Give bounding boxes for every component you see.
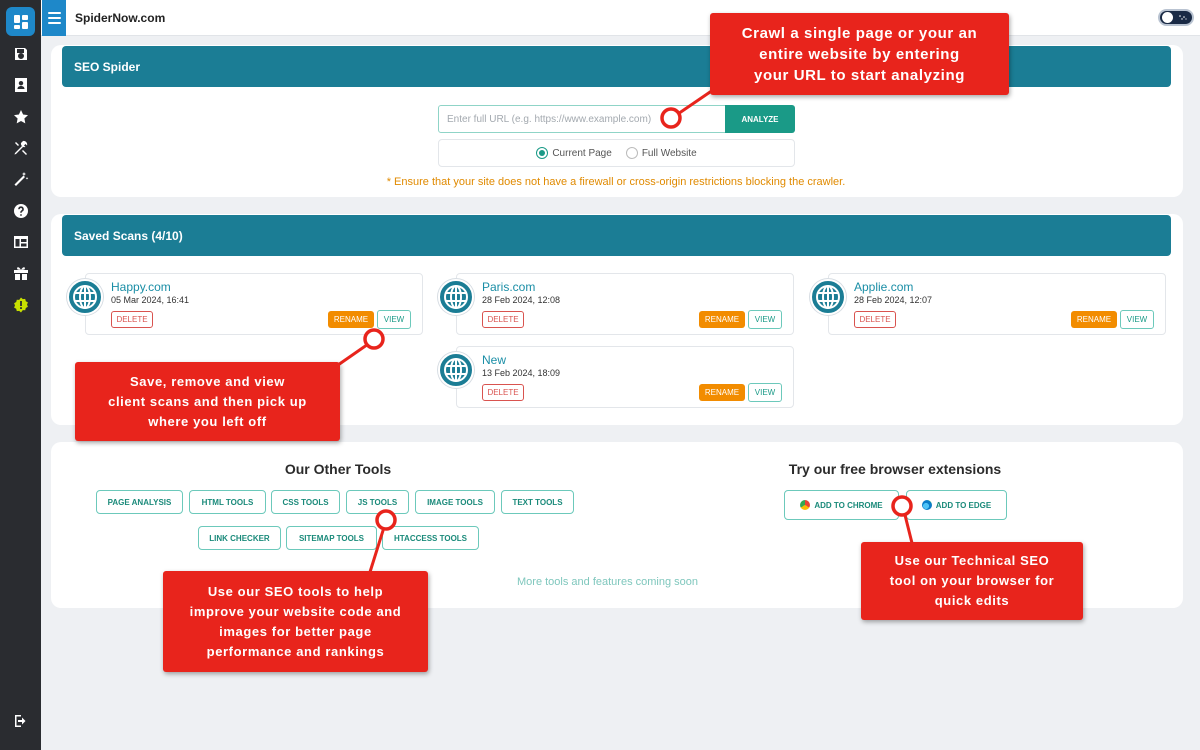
- sidebar-favorites[interactable]: [6, 102, 35, 131]
- rename-scan-button[interactable]: RENAME: [1071, 311, 1117, 328]
- alert-badge-icon: [13, 297, 28, 312]
- sidebar-help[interactable]: [6, 196, 35, 225]
- scan-name[interactable]: Happy.com: [111, 280, 171, 294]
- gift-icon: [13, 266, 28, 280]
- sidebar-dashboard[interactable]: [6, 7, 35, 36]
- radio-full-website-label: Full Website: [641, 147, 697, 159]
- globe-icon: [438, 352, 474, 388]
- extensions-title: Try our free browser extensions: [788, 461, 1002, 477]
- callout-scans: Save, remove and view client scans and t…: [75, 362, 340, 441]
- stars-icon: [1179, 15, 1187, 20]
- radio-full-website[interactable]: Full Website: [625, 147, 697, 159]
- delete-scan-button[interactable]: DELETE: [482, 311, 524, 328]
- edge-icon: [921, 500, 932, 510]
- page-analysis-button[interactable]: PAGE ANALYSIS: [96, 490, 183, 514]
- site-title: SpiderNow.com: [75, 11, 166, 25]
- view-scan-button[interactable]: VIEW: [1120, 310, 1154, 329]
- tools-icon: [14, 140, 27, 155]
- sidebar-saved[interactable]: [6, 39, 35, 68]
- dark-mode-toggle[interactable]: [1158, 9, 1194, 26]
- help-icon: [13, 203, 28, 218]
- dashboard-icon: [13, 14, 28, 29]
- callout-extension: Use our Technical SEO tool on your brows…: [861, 542, 1083, 620]
- layout-icon: [13, 235, 28, 248]
- image-tools-button[interactable]: IMAGE TOOLS: [415, 490, 495, 514]
- callout-tools: Use our SEO tools to help improve your w…: [163, 571, 428, 672]
- logout-icon: [14, 714, 25, 727]
- add-to-chrome-label: ADD TO CHROME: [814, 500, 883, 510]
- scan-date: 28 Feb 2024, 12:07: [854, 295, 933, 305]
- sidebar: [0, 0, 41, 750]
- scan-name[interactable]: New: [482, 353, 506, 367]
- scan-scope-selector: Current Page Full Website: [438, 139, 795, 167]
- callout-crawl: Crawl a single page or your an entire we…: [710, 13, 1009, 95]
- globe-icon: [438, 279, 474, 315]
- analyze-button[interactable]: ANALYZE: [725, 105, 795, 133]
- globe-icon: [810, 279, 846, 315]
- js-tools-button[interactable]: JS TOOLS: [346, 490, 409, 514]
- add-to-edge-label: ADD TO EDGE: [935, 500, 992, 510]
- rename-scan-button[interactable]: RENAME: [328, 311, 374, 328]
- css-tools-button[interactable]: CSS TOOLS: [271, 490, 340, 514]
- hamburger-icon: [47, 12, 61, 14]
- top-bar: SpiderNow.com: [41, 0, 1200, 36]
- add-to-chrome-button[interactable]: ADD TO CHROME: [784, 490, 899, 520]
- sidebar-alert[interactable]: [6, 290, 35, 319]
- scan-name[interactable]: Applie.com: [854, 280, 913, 294]
- radio-current-page[interactable]: Current Page: [536, 147, 612, 159]
- scan-date: 28 Feb 2024, 12:08: [482, 295, 561, 305]
- delete-scan-button[interactable]: DELETE: [111, 311, 153, 328]
- rename-scan-button[interactable]: RENAME: [699, 384, 745, 401]
- scan-item: Paris.com 28 Feb 2024, 12:08 DELETE RENA…: [438, 273, 794, 335]
- sitemap-tools-button[interactable]: SITEMAP TOOLS: [286, 526, 377, 550]
- crawler-warning: * Ensure that your site does not have a …: [386, 176, 846, 188]
- moon-icon: [1162, 12, 1173, 23]
- url-input[interactable]: [438, 105, 726, 133]
- other-tools-title: Our Other Tools: [284, 461, 392, 477]
- view-scan-button[interactable]: VIEW: [377, 310, 411, 329]
- sidebar-contacts[interactable]: [6, 70, 35, 99]
- html-tools-button[interactable]: HTML TOOLS: [189, 490, 266, 514]
- radio-unselected-icon: [625, 147, 638, 159]
- chrome-icon: [800, 500, 811, 510]
- delete-scan-button[interactable]: DELETE: [482, 384, 524, 401]
- view-scan-button[interactable]: VIEW: [748, 310, 782, 329]
- rename-scan-button[interactable]: RENAME: [699, 311, 745, 328]
- sidebar-logout[interactable]: [6, 706, 35, 735]
- sidebar-layout[interactable]: [6, 227, 35, 256]
- menu-toggle-button[interactable]: [42, 0, 66, 36]
- htaccess-tools-button[interactable]: HTACCESS TOOLS: [382, 526, 479, 550]
- sidebar-tools[interactable]: [6, 133, 35, 162]
- link-checker-button[interactable]: LINK CHECKER: [198, 526, 281, 550]
- scan-item: Applie.com 28 Feb 2024, 12:07 DELETE REN…: [810, 273, 1166, 335]
- text-tools-button[interactable]: TEXT TOOLS: [501, 490, 574, 514]
- sidebar-gift[interactable]: [6, 258, 35, 287]
- view-scan-button[interactable]: VIEW: [748, 383, 782, 402]
- saved-scans-header: Saved Scans (4/10): [62, 215, 1171, 256]
- radio-current-page-label: Current Page: [552, 147, 612, 159]
- add-to-edge-button[interactable]: ADD TO EDGE: [906, 490, 1007, 520]
- delete-scan-button[interactable]: DELETE: [854, 311, 896, 328]
- scan-date: 05 Mar 2024, 16:41: [111, 295, 190, 305]
- scan-name[interactable]: Paris.com: [482, 280, 535, 294]
- scan-item: Happy.com 05 Mar 2024, 16:41 DELETE RENA…: [67, 273, 423, 335]
- radio-selected-icon: [536, 147, 549, 159]
- star-icon: [13, 109, 28, 123]
- globe-icon: [67, 279, 103, 315]
- save-icon: [14, 47, 27, 60]
- contact-card-icon: [14, 77, 27, 92]
- more-tools-note: More tools and features coming soon: [517, 576, 698, 588]
- scan-date: 13 Feb 2024, 18:09: [482, 368, 561, 378]
- scan-item: New 13 Feb 2024, 18:09 DELETE RENAME VIE…: [438, 346, 794, 408]
